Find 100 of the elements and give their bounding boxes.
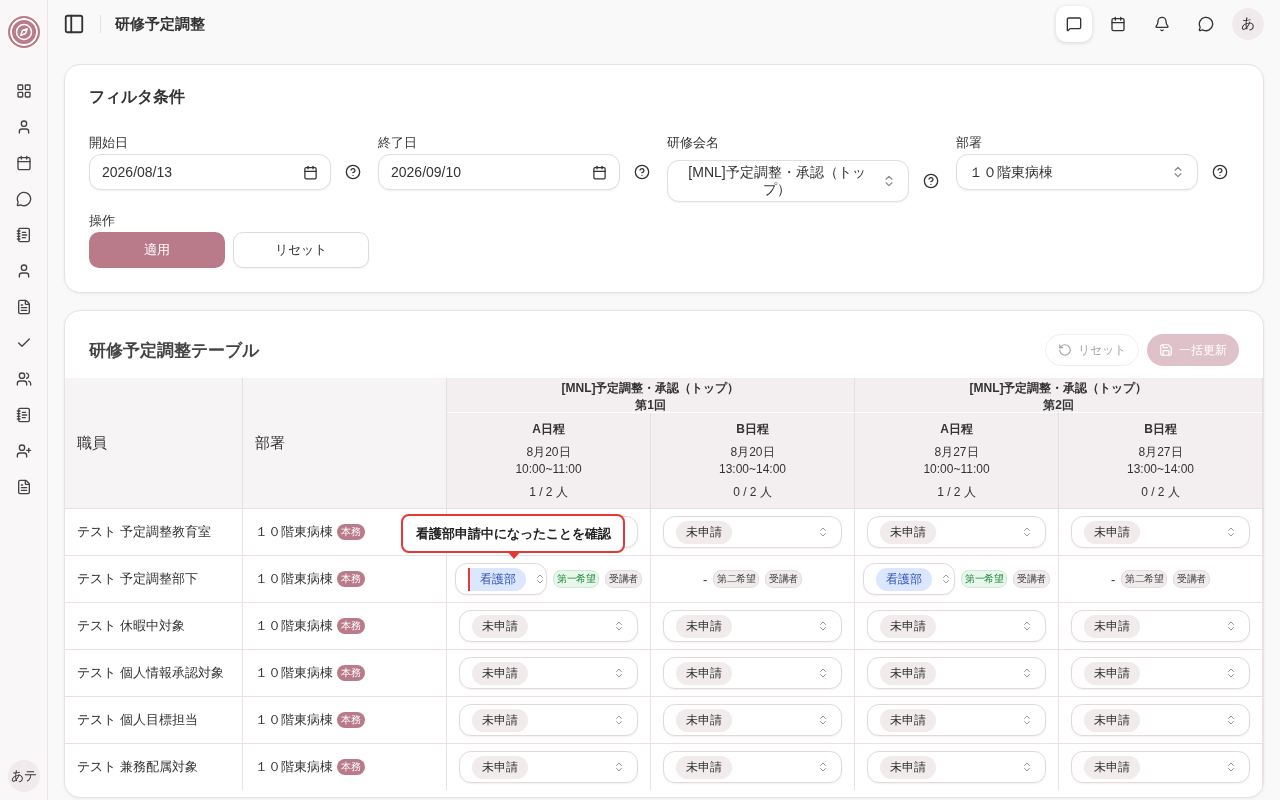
chevron-icon <box>817 620 829 632</box>
status-select[interactable]: 看護部 <box>863 563 955 595</box>
calendar-icon[interactable] <box>15 155 32 171</box>
document-icon[interactable] <box>15 299 32 315</box>
chevron-icon <box>613 714 625 726</box>
chevron-icon <box>1225 620 1237 632</box>
status-select[interactable]: 未申請 <box>867 751 1046 783</box>
calendar-icon <box>592 164 607 180</box>
status-pill: 未申請 <box>676 614 732 638</box>
status-select[interactable]: 未申請 <box>867 516 1046 548</box>
status-pill: 未申請 <box>676 520 732 544</box>
calendar-icon <box>303 164 318 180</box>
user-avatar[interactable]: あテ <box>7 760 40 792</box>
status-select[interactable]: 未申請 <box>459 610 638 642</box>
dashboard-icon[interactable] <box>15 83 32 99</box>
column-header: 職員 <box>65 378 243 508</box>
status-select[interactable]: 未申請 <box>867 704 1046 736</box>
status-select[interactable]: 未申請 <box>459 751 638 783</box>
status-pill: 未申請 <box>676 708 732 732</box>
users-icon[interactable] <box>15 371 32 387</box>
status-select[interactable]: 未申請 <box>1071 704 1250 736</box>
status-pill: 未申請 <box>676 661 732 685</box>
status-select[interactable]: 看護部 <box>455 563 547 595</box>
help-icon[interactable] <box>923 173 939 189</box>
reset-icon <box>1058 343 1072 357</box>
empty-value: - <box>1111 571 1116 587</box>
reset-button[interactable]: リセット <box>233 232 369 268</box>
primary-badge: 本務 <box>337 665 365 681</box>
user-avatar[interactable]: あ <box>1232 8 1264 40</box>
status-pill: 看護部 <box>876 567 932 591</box>
date-field[interactable]: 2026/09/10 <box>378 154 620 190</box>
date-field[interactable]: 2026/08/13 <box>89 154 331 190</box>
chevron-icon <box>817 714 829 726</box>
field-label: 研修会名 <box>667 134 720 150</box>
chat-icon[interactable] <box>15 191 32 207</box>
sidebar-toggle-icon[interactable] <box>63 13 85 35</box>
chat-icon <box>1198 16 1214 32</box>
slot-header: A日程 8月20日 10:00~11:00 1 / 2 人 <box>447 412 651 508</box>
staff-name: テスト 兼務配属対象 <box>77 758 198 776</box>
status-select[interactable]: 未申請 <box>663 516 842 548</box>
department-name: １０階東病棟 <box>255 664 333 682</box>
notebook-icon[interactable] <box>15 407 32 423</box>
primary-badge: 本務 <box>337 759 365 775</box>
help-icon[interactable] <box>1212 164 1228 180</box>
select-field[interactable]: １０階東病棟 <box>956 154 1198 190</box>
compass-icon <box>14 23 33 41</box>
help-icon[interactable] <box>345 164 361 180</box>
status-select[interactable]: 未申請 <box>1071 516 1250 548</box>
status-select[interactable]: 未申請 <box>1071 751 1250 783</box>
help-icon[interactable] <box>634 164 650 180</box>
primary-badge: 本務 <box>337 571 365 587</box>
status-select[interactable]: 未申請 <box>1071 657 1250 689</box>
tag: 第二希望 <box>1121 570 1168 588</box>
session-header: [MNL]予定調整・承認（トップ） 第1回 <box>447 378 855 412</box>
column-header: 部署 <box>243 378 447 508</box>
field-label: 終了日 <box>378 134 418 150</box>
save-icon <box>1159 343 1173 357</box>
chevron-icon <box>613 620 625 632</box>
notebook-icon[interactable] <box>15 227 32 243</box>
staff-name: テスト 休暇中対象 <box>77 617 185 635</box>
chevron-icon <box>1021 667 1033 679</box>
chevron-icon <box>940 573 952 585</box>
tag: 受講者 <box>1013 570 1050 588</box>
status-select[interactable]: 未申請 <box>663 610 842 642</box>
message-icon <box>1066 16 1082 32</box>
status-pill: 未申請 <box>1084 755 1140 779</box>
department-name: １０階東病棟 <box>255 758 333 776</box>
chevron-icon <box>817 526 829 538</box>
message-button[interactable] <box>1056 6 1092 42</box>
status-select[interactable]: 未申請 <box>459 704 638 736</box>
status-select[interactable]: 未申請 <box>663 704 842 736</box>
document-icon[interactable] <box>15 479 32 495</box>
status-select[interactable]: 未申請 <box>663 751 842 783</box>
status-select[interactable]: 未申請 <box>867 610 1046 642</box>
status-select[interactable]: 未申請 <box>867 657 1046 689</box>
add-user-icon[interactable] <box>15 443 32 459</box>
chevron-icon <box>1225 667 1237 679</box>
status-pill: 未申請 <box>880 614 936 638</box>
status-select[interactable]: 未申請 <box>663 657 842 689</box>
tag: 第二希望 <box>713 570 760 588</box>
status-pill: 未申請 <box>880 661 936 685</box>
table-title: 研修予定調整テーブル <box>89 339 259 362</box>
staff-name: テスト 個人情報承認対象 <box>77 664 224 682</box>
tag: 受講者 <box>765 570 802 588</box>
status-select[interactable]: 未申請 <box>459 657 638 689</box>
chevron-icon <box>534 573 546 585</box>
status-select[interactable]: 未申請 <box>1071 610 1250 642</box>
session-header: [MNL]予定調整・承認（トップ） 第2回 <box>855 378 1263 412</box>
primary-badge: 本務 <box>337 712 365 728</box>
field-label: 操作 <box>89 212 116 228</box>
chevron-icon <box>1225 761 1237 773</box>
app-logo[interactable] <box>7 16 40 48</box>
card-title: フィルタ条件 <box>89 87 186 107</box>
staff-name: テスト 個人目標担当 <box>77 711 198 729</box>
tag: 第一希望 <box>961 570 1007 588</box>
department-name: １０階東病棟 <box>255 711 333 729</box>
select-field[interactable]: [MNL]予定調整・承認（トップ） <box>667 160 909 202</box>
tag: 第一希望 <box>553 570 599 588</box>
status-pill: 未申請 <box>472 661 528 685</box>
field-label: 部署 <box>956 134 983 150</box>
